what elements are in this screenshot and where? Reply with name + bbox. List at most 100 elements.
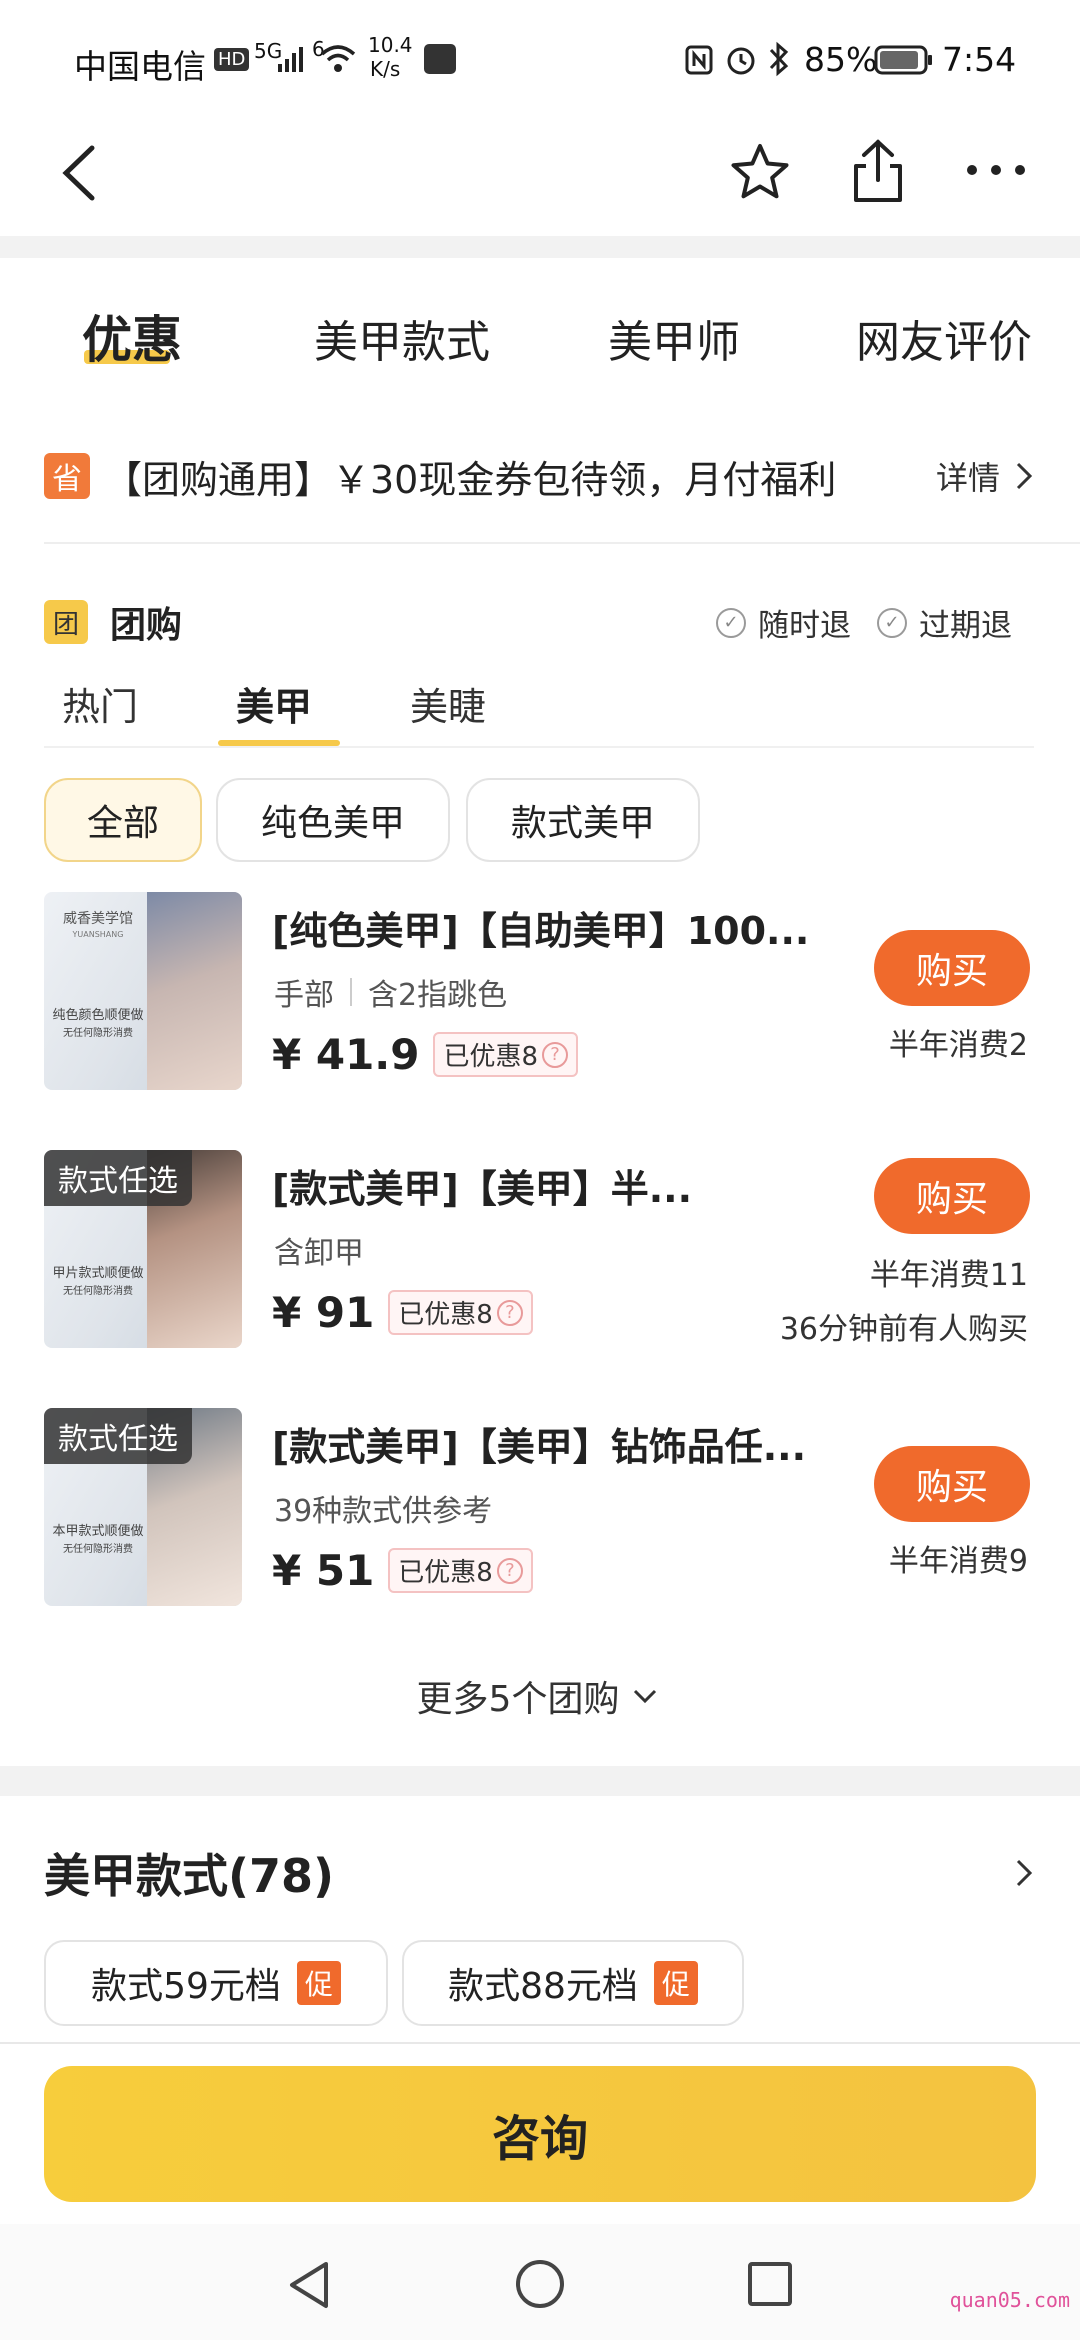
- deal-thumbnail: 款式任选 甲片款式顺便做 无任何隐形消费: [44, 1150, 242, 1348]
- deal-item[interactable]: 威香美学馆 YUANSHANG 纯色颜色顺便做 无任何隐形消费 [纯色美甲]【自…: [0, 890, 1080, 1100]
- tab-manicurist[interactable]: 美甲师: [608, 306, 740, 370]
- styles-header[interactable]: 美甲款式(78): [44, 1840, 1038, 1906]
- discount-badge[interactable]: 已优惠8 ?: [388, 1548, 533, 1593]
- app-notification-icon: [424, 44, 456, 74]
- more-deals-button[interactable]: 更多5个团购: [0, 1670, 1080, 1722]
- deal-price-row: ¥ 41.9 已优惠8 ?: [272, 1030, 579, 1079]
- deal-tags: 手部 含2指跳色: [274, 970, 507, 1014]
- promo-banner[interactable]: 省 【团购通用】￥30现金券包待领，月付福利 详情: [44, 440, 1038, 512]
- tab-discount[interactable]: 优惠: [82, 300, 182, 372]
- discount-badge[interactable]: 已优惠8 ?: [388, 1290, 533, 1335]
- thumb-tag: 款式任选: [44, 1150, 192, 1206]
- deal-price: ¥ 41.9: [272, 1030, 420, 1079]
- star-icon[interactable]: [728, 140, 792, 204]
- subtab-hot[interactable]: 热门: [62, 676, 138, 731]
- chip-all[interactable]: 全部: [44, 778, 202, 862]
- speed-value: 10.4: [368, 33, 413, 57]
- section-divider: [0, 1766, 1080, 1796]
- deal-item[interactable]: 款式任选 本甲款式顺便做 无任何隐形消费 [款式美甲]【美甲】钻饰品任... 3…: [0, 1406, 1080, 1616]
- refund-policy: ✓ 随时退 ✓ 过期退: [716, 600, 1012, 645]
- style-chip-label: 款式88元档: [448, 1966, 638, 2007]
- deal-price-row: ¥ 91 已优惠8 ?: [272, 1288, 533, 1337]
- promo-badge: 省: [44, 453, 90, 499]
- subtab-nail[interactable]: 美甲: [236, 676, 312, 731]
- thumb-caption-2: 无任何隐形消费: [63, 1286, 133, 1297]
- tab-reviews[interactable]: 网友评价: [856, 306, 1032, 370]
- speed-unit: K/s: [370, 57, 401, 81]
- chip-solid-color[interactable]: 纯色美甲: [216, 778, 450, 862]
- main-tabs: 优惠 美甲款式 美甲师 网友评价: [0, 258, 1080, 408]
- check-circle-icon: ✓: [877, 607, 907, 638]
- back-icon[interactable]: [56, 140, 100, 206]
- buy-button[interactable]: 购买: [874, 930, 1030, 1006]
- deal-tag: 39种款式供参考: [274, 1494, 493, 1529]
- nav-recents-icon[interactable]: [746, 2260, 794, 2308]
- refund-expired-label: 过期退: [919, 608, 1012, 644]
- question-icon: ?: [496, 1557, 523, 1584]
- clock: 7:54: [942, 40, 1017, 79]
- nav-back-icon[interactable]: [284, 2258, 334, 2312]
- promo-detail-link[interactable]: 详情: [936, 453, 1000, 499]
- group-header: 团 团购: [44, 596, 182, 648]
- discount-text: 已优惠8: [398, 1300, 493, 1330]
- style-chip-59[interactable]: 款式59元档 促: [44, 1940, 388, 2026]
- question-icon: ?: [496, 1299, 523, 1326]
- deal-recent-purchase: 36分钟前有人购买: [779, 1312, 1028, 1347]
- deal-price: ¥ 51: [272, 1546, 375, 1595]
- deal-thumbnail: 威香美学馆 YUANSHANG 纯色颜色顺便做 无任何隐形消费: [44, 892, 242, 1090]
- deal-tag: 含2指跳色: [368, 978, 508, 1013]
- discount-text: 已优惠8: [398, 1558, 493, 1588]
- group-badge: 团: [44, 600, 88, 644]
- chevron-right-icon: [1016, 1859, 1033, 1887]
- question-icon: ?: [542, 1041, 569, 1068]
- thumb-caption-2: 无任何隐形消费: [63, 1544, 133, 1555]
- deal-title: [纯色美甲]【自助美甲】100...: [272, 909, 810, 953]
- buy-button[interactable]: 购买: [874, 1158, 1030, 1234]
- deal-price: ¥ 91: [272, 1288, 375, 1337]
- styles-title: 美甲款式(78): [44, 1849, 335, 1903]
- bluetooth-icon: [769, 41, 789, 77]
- deal-item[interactable]: 款式任选 甲片款式顺便做 无任何隐形消费 [款式美甲]【美甲】半... 含卸甲 …: [0, 1148, 1080, 1358]
- thumb-tag: 款式任选: [44, 1408, 192, 1464]
- more-icon[interactable]: [964, 160, 1028, 180]
- chevron-down-icon: [634, 1689, 657, 1704]
- deal-tag: 含卸甲: [274, 1236, 364, 1271]
- deal-sold-count: 半年消费9: [888, 1544, 1028, 1579]
- nav-home-icon[interactable]: [514, 2258, 566, 2310]
- subtab-lash[interactable]: 美睫: [410, 676, 486, 731]
- battery-icon: [874, 45, 932, 75]
- style-chip-label: 款式59元档: [91, 1966, 281, 2007]
- signal-icon: [278, 47, 303, 72]
- check-circle-icon: ✓: [716, 607, 746, 638]
- thumb-caption: 本甲款式顺便做: [52, 1524, 144, 1539]
- deal-tag: 手部: [274, 978, 334, 1013]
- discount-text: 已优惠8: [443, 1042, 539, 1072]
- alarm-icon: [727, 47, 755, 75]
- thumb-caption: 纯色颜色顺便做: [52, 1008, 144, 1023]
- wifi-icon: [320, 45, 356, 72]
- share-icon[interactable]: [846, 136, 910, 206]
- style-chip-88[interactable]: 款式88元档 促: [402, 1940, 744, 2026]
- deal-title: [款式美甲]【美甲】钻饰品任...: [272, 1425, 807, 1469]
- deal-title: [款式美甲]【美甲】半...: [272, 1167, 693, 1211]
- divider: [44, 542, 1080, 544]
- buy-button[interactable]: 购买: [874, 1446, 1030, 1522]
- consult-button[interactable]: 咨询: [44, 2066, 1036, 2202]
- watermark: quan05.com: [949, 2288, 1070, 2312]
- carrier-label: 中国电信: [74, 47, 206, 86]
- deal-sold-count: 半年消费2: [888, 1028, 1028, 1063]
- thumb-brand-en: YUANSHANG: [72, 930, 124, 939]
- promo-text: 【团购通用】￥30现金券包待领，月付福利: [104, 457, 837, 502]
- divider: [44, 746, 1034, 748]
- system-nav-bar: quan05.com: [0, 2224, 1080, 2340]
- tab-nail-styles[interactable]: 美甲款式: [314, 306, 490, 370]
- battery-percent: 85%: [804, 40, 878, 79]
- nfc-icon: [685, 45, 713, 75]
- deal-thumbnail: 款式任选 本甲款式顺便做 无任何隐形消费: [44, 1408, 242, 1606]
- discount-badge[interactable]: 已优惠8 ?: [433, 1032, 579, 1077]
- section-divider: [0, 236, 1080, 258]
- refund-anytime-label: 随时退: [758, 608, 851, 644]
- chip-style[interactable]: 款式美甲: [466, 778, 700, 862]
- promo-tag: 促: [653, 1961, 698, 2005]
- hd-badge: HD: [214, 48, 250, 71]
